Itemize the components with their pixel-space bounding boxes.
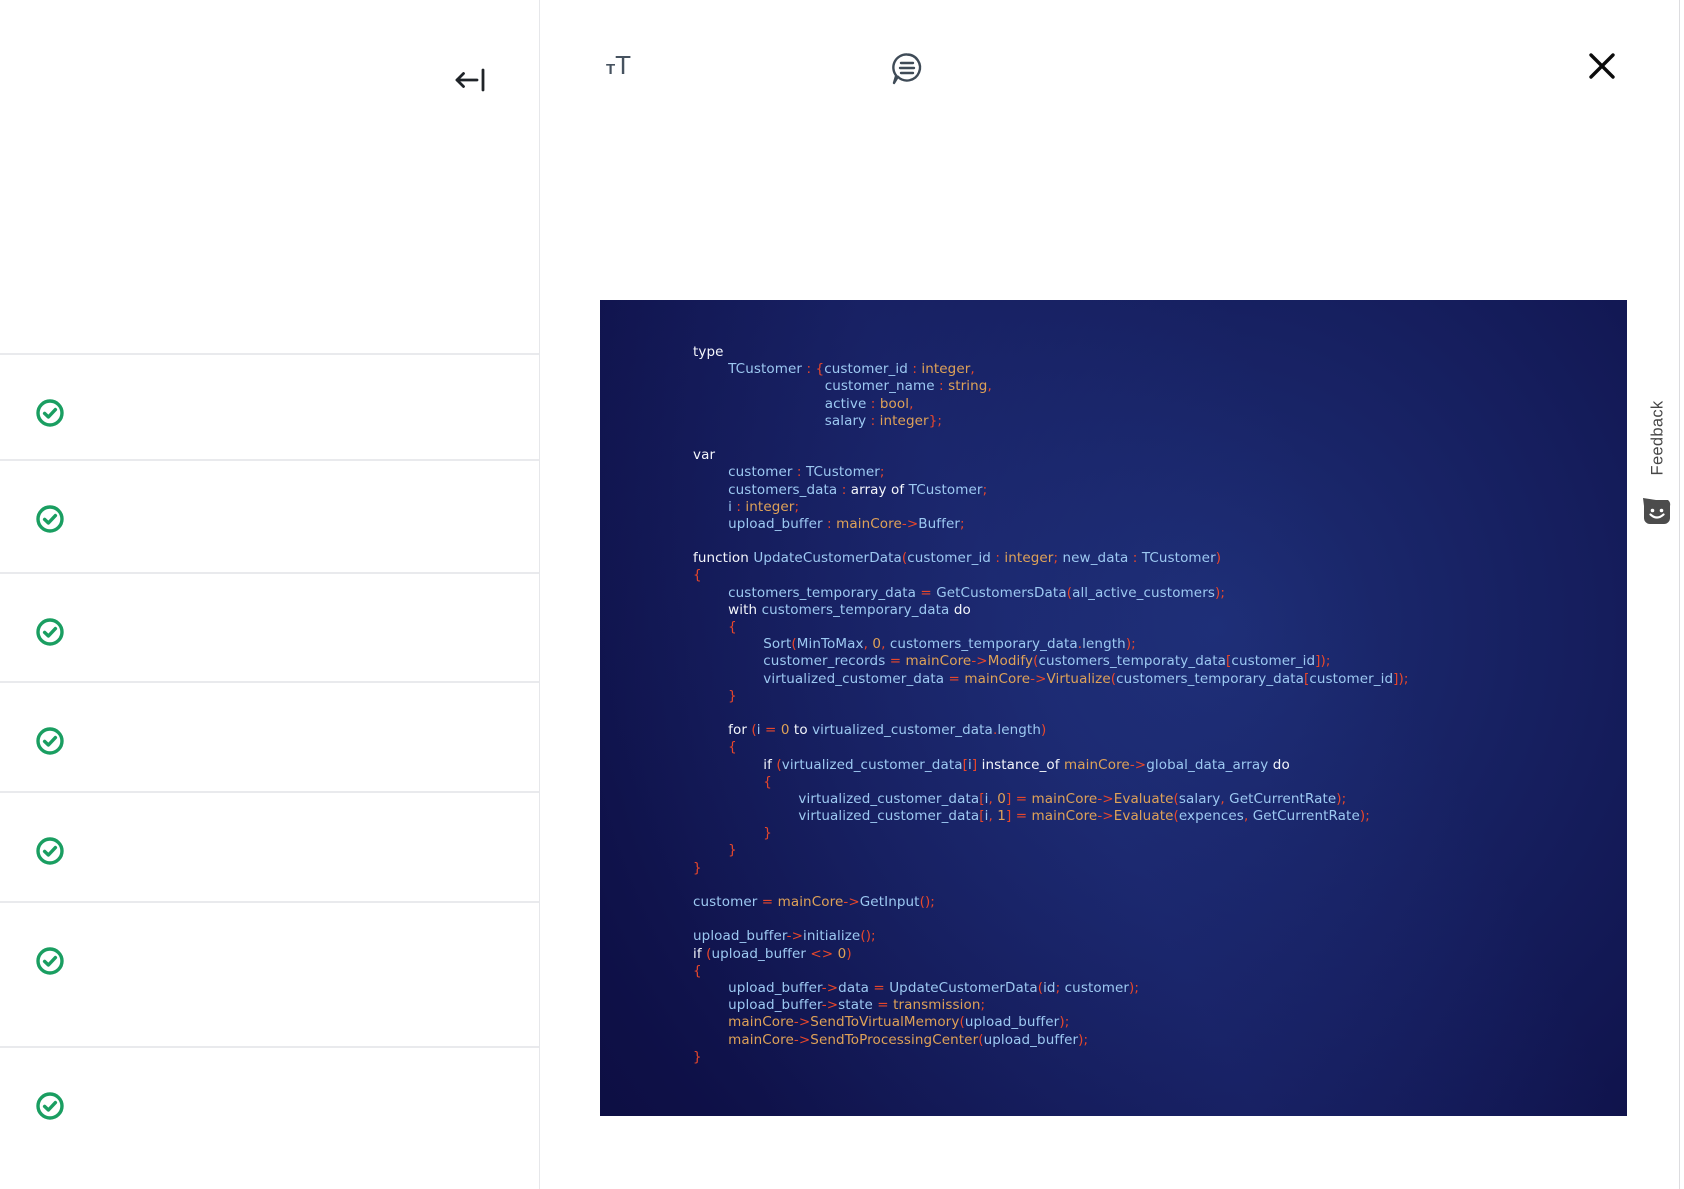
check-circle-icon	[36, 399, 64, 427]
checklist-item[interactable]	[0, 681, 539, 791]
checklist-item[interactable]	[0, 901, 539, 1046]
lesson-overlay: TT type TCustomer : {customer_id : integ…	[0, 0, 1684, 1189]
check-circle-icon	[36, 947, 64, 975]
code-block: type TCustomer : {customer_id : integer,…	[693, 344, 1409, 1065]
check-circle-icon	[36, 618, 64, 646]
right-edge-divider	[1679, 0, 1680, 1189]
sidebar-divider	[539, 0, 540, 1189]
feedback-label: Feedback	[1648, 400, 1667, 476]
arrow-left-to-bar-icon	[455, 68, 485, 92]
checklist-item[interactable]	[0, 572, 539, 681]
smiley-chat-icon	[1643, 498, 1671, 524]
check-circle-icon	[36, 727, 64, 755]
back-button[interactable]	[450, 63, 488, 97]
checklist-item[interactable]	[0, 353, 539, 459]
transcript-button[interactable]	[888, 49, 926, 87]
checklist-item[interactable]	[0, 791, 539, 901]
checklist-item[interactable]	[0, 459, 539, 572]
checklist-item[interactable]	[0, 1046, 539, 1189]
check-circle-icon	[36, 505, 64, 533]
speech-bubble-lines-icon	[892, 53, 922, 85]
check-circle-icon	[36, 1092, 64, 1120]
checklist-sidebar	[0, 0, 539, 1189]
text-size-icon: T	[606, 60, 616, 78]
close-button[interactable]	[1586, 50, 1618, 82]
code-slide-panel: type TCustomer : {customer_id : integer,…	[600, 300, 1627, 1116]
check-circle-icon	[36, 837, 64, 865]
feedback-tab[interactable]: Feedback	[1630, 385, 1676, 535]
text-size-button[interactable]: TT	[606, 46, 654, 84]
close-icon	[1589, 53, 1615, 79]
